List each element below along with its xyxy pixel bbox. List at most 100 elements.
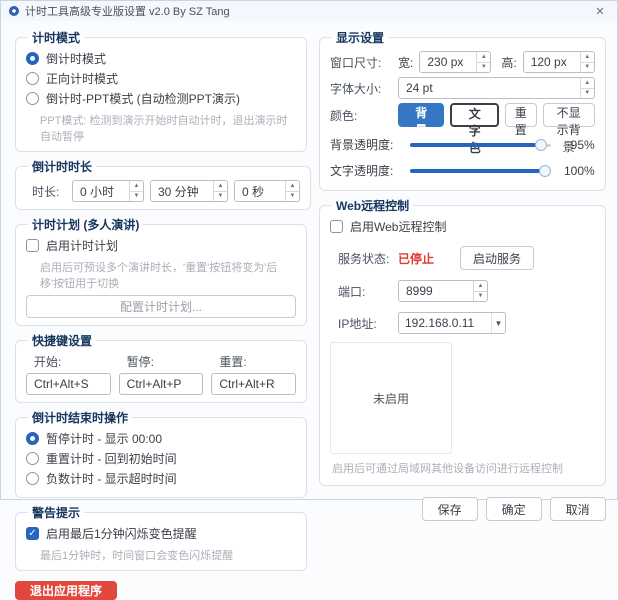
radio-icon[interactable]	[26, 472, 39, 485]
group-display-settings: 显示设置 窗口尺寸: 宽: 230 px ▲▼ 高: 120 px ▲▼ 字体大…	[319, 29, 606, 191]
radio-label: 暂停计时 - 显示 00:00	[46, 430, 162, 447]
group-title-warning: 警告提示	[28, 504, 84, 521]
hotkey-reset-input[interactable]	[211, 373, 296, 395]
radio-label: 倒计时模式	[46, 50, 106, 67]
bg-opacity-slider[interactable]	[410, 138, 551, 152]
radio-label: 正向计时模式	[46, 70, 118, 87]
stepper-arrows[interactable]: ▲▼	[473, 281, 487, 301]
hours-value[interactable]: 0 小时	[73, 181, 129, 201]
checkbox-icon[interactable]	[26, 239, 39, 252]
group-title-end-action: 倒计时结束时操作	[28, 409, 132, 426]
slider-fill	[410, 143, 541, 147]
exit-app-button[interactable]: 退出应用程序	[15, 581, 117, 600]
duration-label: 时长:	[26, 183, 66, 200]
configure-plan-button[interactable]: 配置计时计划...	[26, 295, 296, 318]
bg-opacity-value: 95%	[559, 138, 595, 152]
radio-negative-at-end[interactable]: 负数计时 - 显示超时时间	[26, 470, 296, 487]
ip-address-label: IP地址:	[330, 315, 392, 332]
up-arrow-icon[interactable]: ▲	[286, 181, 299, 192]
ip-address-dropdown[interactable]: 192.168.0.11 ▼	[398, 312, 506, 334]
save-button[interactable]: 保存	[422, 497, 478, 521]
down-arrow-icon[interactable]: ▼	[130, 192, 143, 202]
enable-plan-checkbox[interactable]: 启用计时计划	[26, 237, 296, 254]
up-arrow-icon[interactable]: ▲	[130, 181, 143, 192]
down-arrow-icon[interactable]: ▼	[214, 192, 227, 202]
radio-icon[interactable]	[26, 432, 39, 445]
stepper-arrows[interactable]: ▲▼	[580, 52, 594, 72]
right-column: 显示设置 窗口尺寸: 宽: 230 px ▲▼ 高: 120 px ▲▼ 字体大…	[319, 29, 606, 491]
text-color-button[interactable]: 文字色	[450, 103, 498, 127]
hotkey-start-input[interactable]	[26, 373, 111, 395]
radio-reset-at-end[interactable]: 重置计时 - 回到初始时间	[26, 450, 296, 467]
group-title-display: 显示设置	[332, 29, 388, 46]
close-icon[interactable]: ✕	[591, 5, 609, 18]
radio-forward-mode[interactable]: 正向计时模式	[26, 70, 296, 87]
stepper-arrows[interactable]: ▲▼	[580, 78, 594, 98]
font-size-value[interactable]: 24 pt	[399, 78, 580, 98]
font-size-stepper[interactable]: 24 pt ▲▼	[398, 77, 595, 99]
hotkey-pause-input[interactable]	[119, 373, 204, 395]
window-size-label: 窗口尺寸:	[330, 54, 392, 71]
text-opacity-slider[interactable]	[410, 164, 551, 178]
radio-icon[interactable]	[26, 452, 39, 465]
hotkey-reset-label: 重置:	[211, 350, 296, 373]
window-title: 计时工具高级专业版设置 v2.0 By SZ Tang	[25, 3, 230, 19]
down-arrow-icon[interactable]: ▼	[286, 192, 299, 202]
minutes-stepper[interactable]: 30 分钟 ▲▼	[150, 180, 228, 202]
checkbox-checked-icon[interactable]: ✓	[26, 527, 39, 540]
up-arrow-icon[interactable]: ▲	[581, 52, 594, 63]
height-value[interactable]: 120 px	[524, 52, 580, 72]
port-stepper[interactable]: 8999 ▲▼	[398, 280, 488, 302]
color-reset-button[interactable]: 重置	[505, 103, 537, 127]
stepper-arrows[interactable]: ▲▼	[213, 181, 227, 201]
slider-handle[interactable]	[539, 165, 551, 177]
ok-button[interactable]: 确定	[486, 497, 542, 521]
minutes-value[interactable]: 30 分钟	[151, 181, 213, 201]
window-height-stepper[interactable]: 120 px ▲▼	[523, 51, 595, 73]
radio-label: 重置计时 - 回到初始时间	[46, 450, 177, 467]
window-width-stepper[interactable]: 230 px ▲▼	[419, 51, 491, 73]
checkbox-icon[interactable]	[330, 220, 343, 233]
group-title-timing-plan: 计时计划 (多人演讲)	[28, 216, 143, 233]
width-label: 宽:	[398, 54, 413, 71]
up-arrow-icon[interactable]: ▲	[214, 181, 227, 192]
seconds-stepper[interactable]: 0 秒 ▲▼	[234, 180, 300, 202]
dialog-footer: 保存 确定 取消	[319, 492, 606, 521]
ip-address-value[interactable]: 192.168.0.11	[399, 313, 491, 333]
dropdown-arrow-icon[interactable]: ▼	[491, 313, 505, 333]
enable-web-remote-checkbox[interactable]: 启用Web远程控制	[330, 218, 595, 235]
radio-icon[interactable]	[26, 52, 39, 65]
background-color-button[interactable]: 背景色	[398, 103, 444, 127]
up-arrow-icon[interactable]: ▲	[581, 78, 594, 89]
slider-handle[interactable]	[535, 139, 547, 151]
port-label: 端口:	[330, 283, 392, 300]
down-arrow-icon[interactable]: ▼	[581, 89, 594, 99]
radio-icon[interactable]	[26, 92, 39, 105]
enable-flash-warning-checkbox[interactable]: ✓ 启用最后1分钟闪烁变色提醒	[26, 525, 296, 542]
up-arrow-icon[interactable]: ▲	[477, 52, 490, 63]
radio-ppt-mode[interactable]: 倒计时-PPT模式 (自动检测PPT演示)	[26, 90, 296, 107]
no-background-button[interactable]: 不显示背景	[543, 103, 595, 127]
down-arrow-icon[interactable]: ▼	[477, 63, 490, 73]
down-arrow-icon[interactable]: ▼	[474, 292, 487, 302]
start-service-button[interactable]: 启动服务	[460, 246, 534, 270]
seconds-value[interactable]: 0 秒	[235, 181, 285, 201]
group-warning: 警告提示 ✓ 启用最后1分钟闪烁变色提醒 最后1分钟时，时间窗口会变色闪烁提醒	[15, 504, 307, 571]
radio-pause-at-end[interactable]: 暂停计时 - 显示 00:00	[26, 430, 296, 447]
radio-countdown-mode[interactable]: 倒计时模式	[26, 50, 296, 67]
stepper-arrows[interactable]: ▲▼	[476, 52, 490, 72]
hotkey-start-label: 开始:	[26, 350, 111, 373]
font-size-label: 字体大小:	[330, 80, 392, 97]
up-arrow-icon[interactable]: ▲	[474, 281, 487, 292]
down-arrow-icon[interactable]: ▼	[581, 63, 594, 73]
cancel-button[interactable]: 取消	[550, 497, 606, 521]
radio-label: 负数计时 - 显示超时时间	[46, 470, 177, 487]
stepper-arrows[interactable]: ▲▼	[129, 181, 143, 201]
hours-stepper[interactable]: 0 小时 ▲▼	[72, 180, 144, 202]
plan-note: 启用后可预设多个演讲时长，'重置'按钮将变为'后移'按钮用于切换	[26, 257, 296, 291]
bg-opacity-label: 背景透明度:	[330, 136, 402, 153]
width-value[interactable]: 230 px	[420, 52, 476, 72]
radio-icon[interactable]	[26, 72, 39, 85]
stepper-arrows[interactable]: ▲▼	[285, 181, 299, 201]
port-value[interactable]: 8999	[399, 281, 473, 301]
